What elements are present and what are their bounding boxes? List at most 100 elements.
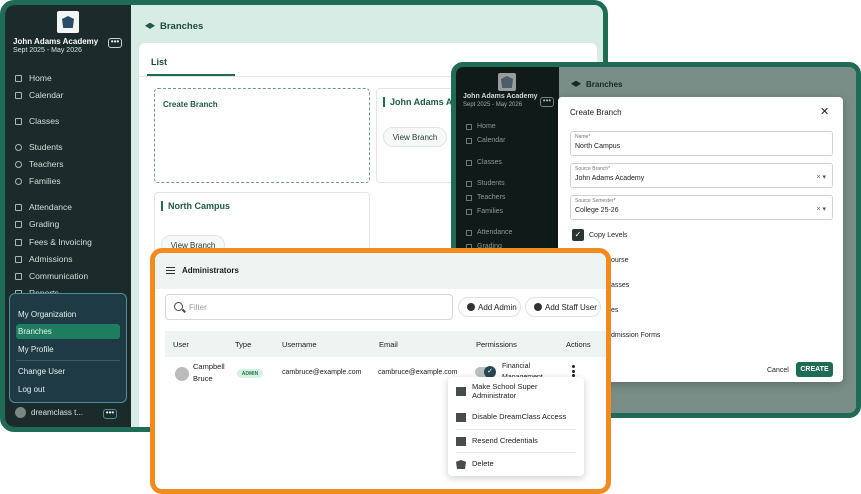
column-header-email: Email [379, 340, 398, 349]
sidebar-item-families[interactable]: Families [15, 176, 61, 186]
clear-and-chevron-down-icon[interactable]: × ▾ [816, 173, 826, 181]
page-title: Branches [571, 80, 622, 89]
copy-levels-label: Copy Levels [589, 232, 628, 239]
menu-item-disable-access[interactable]: Disable DreamClass Access [456, 412, 566, 422]
school-logo [498, 73, 516, 91]
shield-delete-icon [456, 460, 466, 469]
school-name: John Adams Academy [13, 37, 99, 46]
menu-divider [456, 452, 576, 453]
school-menu-button[interactable]: ••• [540, 97, 554, 107]
view-branch-button[interactable]: View Branch [383, 127, 447, 147]
branch-title: North Campus [161, 201, 230, 211]
tab-list[interactable]: List [151, 57, 167, 67]
families-icon [466, 208, 472, 215]
sidebar-item-communication[interactable]: Communication [15, 271, 88, 281]
menu-item-log-out[interactable]: Log out [18, 385, 45, 394]
filter-input[interactable]: Filter [165, 294, 453, 320]
email-cell: cambruce@example.com [378, 369, 458, 376]
source-semester-select[interactable]: Source Semester* College 25-26 × ▾ [570, 195, 833, 220]
add-user-icon [467, 303, 475, 311]
permission-label: Financial [502, 363, 531, 370]
graduation-cap-icon [145, 22, 155, 29]
column-header-username: Username [282, 340, 317, 349]
administrators-header: Administrators [155, 253, 606, 289]
sidebar-item-families[interactable]: Families [466, 208, 503, 215]
sidebar-item-classes[interactable]: Classes [466, 159, 502, 166]
sidebar-item-fees[interactable]: Fees & Invoicing [15, 237, 92, 247]
user-shield-icon [456, 387, 466, 396]
current-user[interactable]: dreamclass t... [15, 407, 83, 418]
sidebar-item-classes[interactable]: Classes [15, 116, 59, 126]
school-menu-button[interactable]: ••• [108, 38, 122, 48]
sidebar-item-calendar[interactable]: Calendar [466, 137, 505, 144]
user-off-icon [456, 413, 466, 422]
name-field[interactable]: Name* North Campus [570, 131, 833, 156]
menu-item-my-profile[interactable]: My Profile [18, 345, 54, 354]
school-term: Sept 2025 - May 2026 [463, 102, 523, 108]
menu-item-branches[interactable]: Branches [18, 327, 52, 336]
attendance-icon [466, 229, 472, 236]
attendance-icon [15, 203, 22, 211]
sidebar-item-teachers[interactable]: Teachers [15, 159, 64, 169]
admissions-icon [15, 255, 22, 263]
menu-item-make-super-admin[interactable]: Make School Super Administrator [456, 382, 537, 400]
sidebar-item-calendar[interactable]: Calendar [15, 90, 64, 100]
calendar-icon [15, 91, 22, 99]
page-title: Administrators [182, 266, 239, 275]
sidebar-item-admissions[interactable]: Admissions [15, 254, 72, 264]
home-icon [466, 123, 472, 130]
grading-icon [15, 220, 22, 228]
menu-item-my-organization[interactable]: My Organization [18, 310, 76, 319]
avatar [15, 407, 26, 418]
graduation-cap-icon [571, 80, 581, 87]
school-term: Sept 2025 - May 2026 [13, 47, 82, 54]
copy-levels-checkbox[interactable]: ✓ [572, 229, 584, 241]
classes-icon [466, 159, 472, 166]
menu-item-resend-credentials[interactable]: Resend Credentials [456, 436, 538, 446]
menu-item-change-user[interactable]: Change User [18, 367, 65, 376]
user-last-name: Bruce [193, 374, 213, 383]
sidebar: John Adams Academy Sept 2025 - May 2026 … [5, 5, 131, 427]
column-header-type: Type [235, 340, 252, 349]
classes-icon [15, 117, 22, 125]
organization-menu: My Organization Branches My Profile Chan… [9, 293, 127, 403]
sidebar-item-attendance[interactable]: Attendance [466, 229, 512, 236]
source-branch-select[interactable]: Source Branch* John Adams Academy × ▾ [570, 163, 833, 188]
sidebar-item-home[interactable]: Home [466, 123, 496, 130]
sidebar-item-attendance[interactable]: Attendance [15, 202, 72, 212]
dialog-title: Create Branch [570, 108, 622, 117]
communication-icon [15, 272, 22, 280]
teacher-icon [466, 194, 472, 201]
user-first-name: Campbell [193, 362, 225, 371]
close-icon[interactable]: ✕ [820, 105, 829, 118]
cancel-button[interactable]: Cancel [767, 367, 789, 374]
sidebar-item-grading[interactable]: Grading [15, 219, 59, 229]
search-icon [174, 302, 183, 311]
sidebar-item-students[interactable]: Students [15, 142, 63, 152]
add-user-icon [534, 303, 542, 311]
create-branch-card[interactable]: Create Branch [154, 88, 370, 183]
column-header-user: User [173, 340, 189, 349]
sidebar-item-teachers[interactable]: Teachers [466, 194, 505, 201]
financial-management-toggle[interactable] [475, 366, 496, 378]
menu-divider [16, 360, 120, 361]
table-header: User Type Username Email Permissions Act… [165, 331, 606, 357]
sidebar-item-students[interactable]: Students [466, 180, 505, 187]
fees-icon [15, 238, 22, 246]
school-name: John Adams Academy [463, 93, 538, 100]
clear-and-chevron-down-icon[interactable]: × ▾ [816, 205, 826, 213]
menu-item-delete[interactable]: Delete [456, 459, 494, 469]
type-badge: ADMIN [237, 369, 263, 378]
create-button[interactable]: CREATE [796, 362, 833, 377]
row-actions-kebab-icon[interactable] [572, 365, 575, 377]
add-admin-button[interactable]: Add Admin [458, 297, 521, 317]
add-staff-user-button[interactable]: Add Staff User [525, 297, 601, 317]
sidebar-item-home[interactable]: Home [15, 73, 52, 83]
column-header-permissions: Permissions [476, 340, 517, 349]
student-icon [15, 143, 22, 151]
copy-option-label: ourse [611, 257, 629, 264]
calendar-icon [466, 137, 472, 144]
user-menu-button[interactable]: ••• [103, 409, 117, 419]
hamburger-menu-icon[interactable] [166, 267, 175, 274]
families-icon [15, 177, 22, 185]
